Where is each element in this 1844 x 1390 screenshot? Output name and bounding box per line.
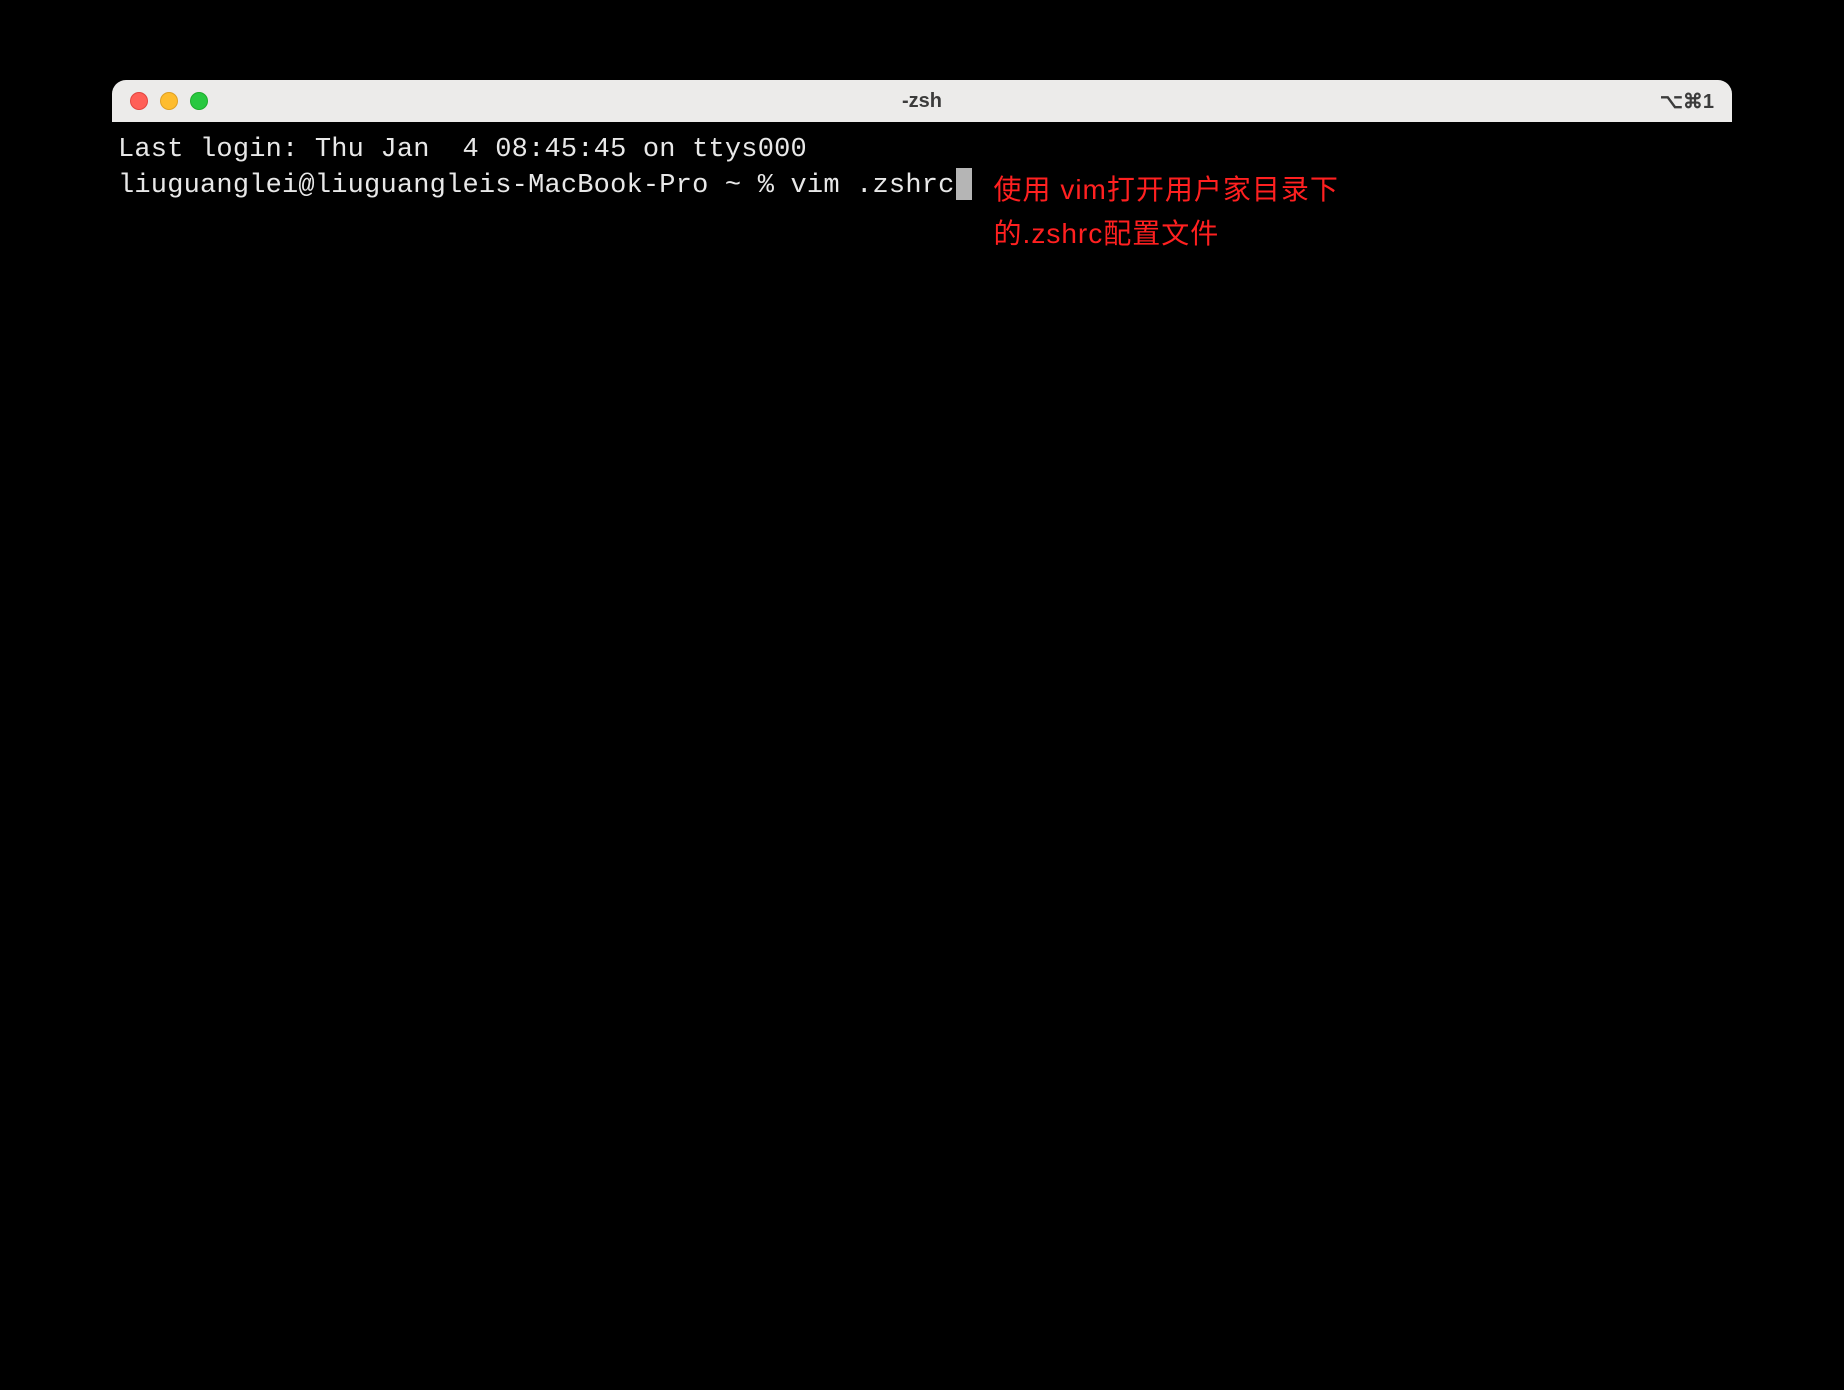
maximize-button[interactable] bbox=[190, 92, 208, 110]
terminal-window: -zsh ⌥⌘1 Last login: Thu Jan 4 08:45:45 … bbox=[112, 80, 1732, 1240]
terminal-body[interactable]: Last login: Thu Jan 4 08:45:45 on ttys00… bbox=[112, 122, 1732, 1240]
shell-prompt: liuguanglei@liuguangleis-MacBook-Pro ~ % bbox=[118, 168, 791, 204]
cursor-icon bbox=[956, 168, 972, 200]
annotation-text: 使用 vim打开用户家目录下的.zshrc配置文件 bbox=[994, 168, 1374, 255]
title-bar: -zsh ⌥⌘1 bbox=[112, 80, 1732, 122]
traffic-lights bbox=[130, 92, 208, 110]
command-input[interactable]: vim .zshrc bbox=[791, 168, 955, 204]
close-button[interactable] bbox=[130, 92, 148, 110]
minimize-button[interactable] bbox=[160, 92, 178, 110]
window-shortcut: ⌥⌘1 bbox=[1660, 89, 1714, 114]
login-info: Last login: Thu Jan 4 08:45:45 on ttys00… bbox=[118, 132, 1726, 168]
prompt-line: liuguanglei@liuguangleis-MacBook-Pro ~ %… bbox=[118, 168, 1726, 255]
window-title: -zsh bbox=[902, 90, 942, 113]
